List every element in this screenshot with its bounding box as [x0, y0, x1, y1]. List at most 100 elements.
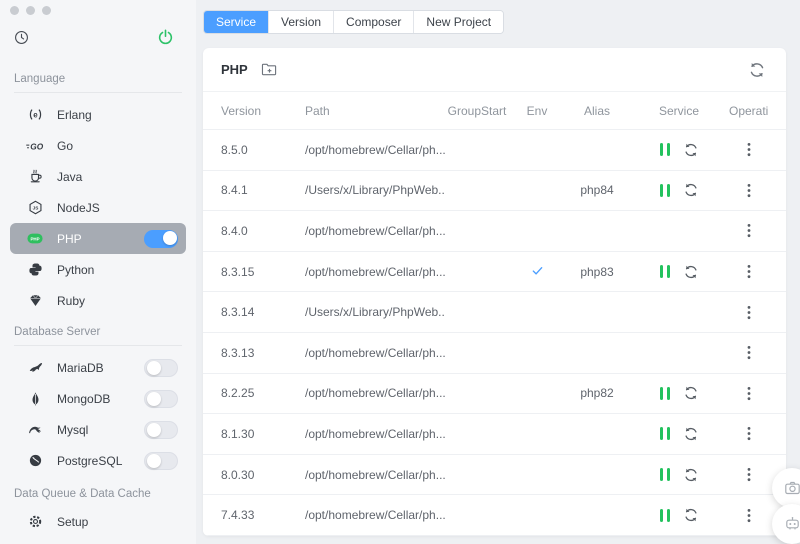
sidebar-item-python[interactable]: Python	[10, 254, 186, 285]
sidebar-item-label: Ruby	[57, 293, 86, 308]
tab-version[interactable]: Version	[268, 11, 334, 33]
table-row[interactable]: 8.0.30 /opt/homebrew/Cellar/ph...	[203, 454, 786, 496]
pause-icon[interactable]	[659, 183, 670, 197]
version-cell: 8.3.14	[221, 305, 255, 320]
sidebar-item-postgresql[interactable]: PostgreSQL	[10, 445, 186, 476]
operation-cell	[729, 183, 768, 198]
panel-title: PHP	[221, 62, 248, 77]
pause-icon[interactable]	[659, 468, 670, 482]
python-icon	[26, 262, 44, 278]
more-vertical-icon[interactable]	[747, 183, 751, 198]
tab-composer[interactable]: Composer	[333, 11, 414, 33]
more-vertical-icon[interactable]	[747, 426, 751, 441]
env-cell	[509, 264, 565, 280]
more-vertical-icon[interactable]	[747, 508, 751, 523]
sidebar-item-mysql[interactable]: Mysql	[10, 414, 186, 445]
mongodb-service-toggle[interactable]	[144, 389, 178, 408]
service-cell	[629, 385, 729, 401]
operation-cell	[729, 508, 768, 523]
java-icon	[26, 169, 44, 185]
column-service: Service	[658, 103, 699, 118]
gear-icon	[26, 514, 44, 530]
table-row[interactable]: 8.4.0 /opt/homebrew/Cellar/ph...	[203, 211, 786, 252]
column-alias: Alias	[583, 103, 610, 118]
version-cell: 8.4.1	[221, 183, 248, 198]
refresh-icon[interactable]	[683, 142, 699, 158]
sidebar-item-setup[interactable]: Setup	[10, 506, 186, 537]
sidebar-item-ruby[interactable]: Ruby	[10, 285, 186, 316]
more-vertical-icon[interactable]	[747, 223, 751, 238]
table-row[interactable]: 7.4.33 /opt/homebrew/Cellar/ph...	[203, 495, 786, 536]
power-icon[interactable]	[155, 27, 176, 48]
refresh-icon[interactable]	[683, 182, 699, 198]
ruby-icon	[26, 293, 44, 309]
version-cell: 8.1.30	[221, 426, 255, 441]
mariadb-icon	[26, 360, 44, 376]
refresh-icon[interactable]	[683, 467, 699, 483]
table-row[interactable]: 8.3.13 /opt/homebrew/Cellar/ph...	[203, 332, 786, 374]
sidebar: Language e Erlang GO Go Java JS NodeJS P…	[0, 0, 196, 544]
window-minimize-button[interactable]	[26, 6, 35, 15]
more-vertical-icon[interactable]	[747, 345, 751, 360]
postgresql-service-toggle[interactable]	[144, 451, 178, 470]
table-row[interactable]: 8.5.0 /opt/homebrew/Cellar/ph...	[203, 130, 786, 171]
more-vertical-icon[interactable]	[747, 264, 751, 279]
tab-new-project[interactable]: New Project	[413, 11, 504, 33]
pause-icon[interactable]	[659, 427, 670, 441]
sidebar-item-php[interactable]: PHP PHP	[10, 223, 186, 254]
version-cell: 8.2.25	[221, 386, 255, 401]
table-row[interactable]: 8.3.14 /Users/x/Library/PhpWeb...	[203, 292, 786, 333]
path-cell: /opt/homebrew/Cellar/ph...	[305, 345, 445, 360]
table-row[interactable]: 8.2.25 /opt/homebrew/Cellar/ph... php82	[203, 373, 786, 415]
sidebar-item-label: Erlang	[57, 107, 92, 122]
refresh-icon[interactable]	[683, 507, 699, 523]
operation-cell	[729, 142, 768, 157]
refresh-icon[interactable]	[683, 385, 699, 401]
php-service-toggle[interactable]	[144, 229, 178, 248]
more-vertical-icon[interactable]	[747, 467, 751, 482]
sidebar-item-mariadb[interactable]: MariaDB	[10, 352, 186, 383]
window-close-button[interactable]	[10, 6, 19, 15]
operation-cell	[729, 467, 768, 482]
table-header: Version Path GroupStart Env Alias Servic…	[203, 92, 786, 130]
sidebar-item-label: PHP	[57, 231, 82, 246]
svg-text:GO: GO	[30, 141, 43, 151]
folder-add-icon[interactable]	[259, 60, 280, 79]
more-vertical-icon[interactable]	[747, 386, 751, 401]
divider	[14, 345, 182, 346]
sidebar-item-nodejs[interactable]: JS NodeJS	[10, 192, 186, 223]
table-row[interactable]: 8.1.30 /opt/homebrew/Cellar/ph...	[203, 414, 786, 455]
sidebar-item-label: NodeJS	[57, 200, 100, 215]
refresh-icon[interactable]	[683, 426, 699, 442]
sidebar-item-go[interactable]: GO Go	[10, 130, 186, 161]
pause-icon[interactable]	[659, 508, 670, 522]
tab-service[interactable]: Service	[204, 11, 269, 33]
refresh-icon[interactable]	[683, 264, 699, 280]
path-cell: /opt/homebrew/Cellar/ph...	[305, 223, 445, 238]
path-cell: /Users/x/Library/PhpWeb...	[305, 305, 445, 320]
more-vertical-icon[interactable]	[747, 142, 751, 157]
operation-cell	[729, 305, 768, 320]
pause-icon[interactable]	[659, 265, 670, 279]
tab-bar: Service Version Composer New Project	[203, 10, 505, 34]
mysql-service-toggle[interactable]	[144, 420, 178, 439]
refresh-icon[interactable]	[746, 59, 768, 81]
window-zoom-button[interactable]	[42, 6, 51, 15]
table-row[interactable]: 8.3.15 /opt/homebrew/Cellar/ph... php83	[203, 251, 786, 293]
table-row[interactable]: 8.4.1 /Users/x/Library/PhpWeb... php84	[203, 170, 786, 212]
table-body: 8.5.0 /opt/homebrew/Cellar/ph... 8.4.1 /…	[203, 130, 786, 536]
svg-text:JS: JS	[32, 206, 38, 211]
mariadb-service-toggle[interactable]	[144, 358, 178, 377]
sidebar-item-java[interactable]: Java	[10, 161, 186, 192]
more-vertical-icon[interactable]	[747, 305, 751, 320]
sidebar-item-erlang[interactable]: e Erlang	[10, 99, 186, 130]
main-content: Service Version Composer New Project PHP…	[196, 0, 800, 544]
pause-icon[interactable]	[659, 386, 670, 400]
panel-header: PHP	[203, 48, 786, 92]
sidebar-item-mongodb[interactable]: MongoDB	[10, 383, 186, 414]
clock-icon[interactable]	[12, 28, 31, 47]
pause-icon[interactable]	[659, 143, 670, 157]
column-operation: Operation	[729, 103, 768, 118]
path-cell: /opt/homebrew/Cellar/ph...	[305, 426, 445, 441]
version-cell: 8.5.0	[221, 142, 248, 157]
